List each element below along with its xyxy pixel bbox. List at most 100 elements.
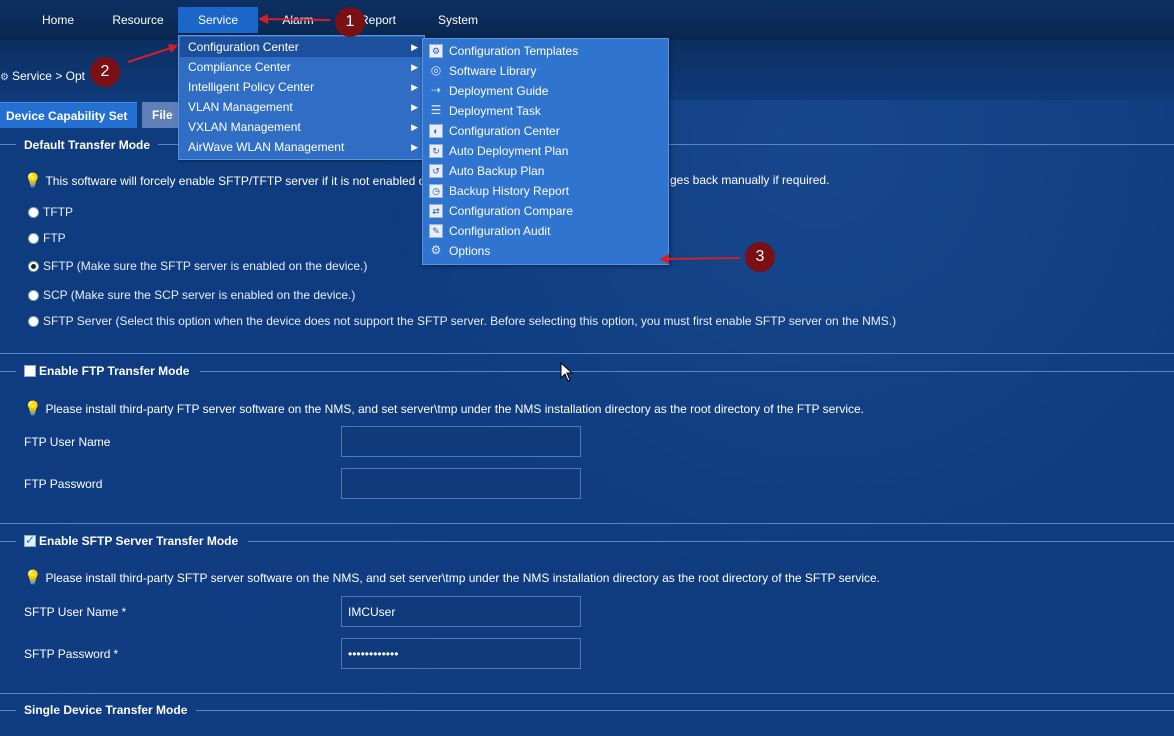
- divider: [0, 371, 16, 372]
- menu-label: Intelligent Policy Center: [188, 80, 315, 94]
- menu-label: VLAN Management: [188, 100, 293, 114]
- ftp-note: 💡 Please install third-party FTP server s…: [24, 400, 864, 417]
- menu-configuration-center[interactable]: Configuration Center ▶: [180, 37, 424, 57]
- radio-label: SFTP Server (Select this option when the…: [43, 314, 897, 328]
- required-mark: *: [113, 647, 119, 661]
- auto-backup-icon: ↺: [429, 164, 443, 178]
- radio-scp[interactable]: SCP (Make sure the SCP server is enabled…: [28, 288, 355, 302]
- chevron-right-icon: ▶: [411, 82, 418, 92]
- submenu-options[interactable]: ⚙ Options: [425, 241, 668, 261]
- nav-home[interactable]: Home: [30, 7, 86, 33]
- submenu-software-library[interactable]: ◎ Software Library: [425, 61, 668, 81]
- ftp-mode-header: Enable FTP Transfer Mode: [24, 364, 189, 378]
- menu-label: Deployment Task: [449, 104, 541, 118]
- submenu-configuration-templates[interactable]: ⚙ Configuration Templates: [425, 41, 668, 61]
- radio-button[interactable]: [28, 206, 39, 218]
- menu-label: Compliance Center: [188, 60, 291, 74]
- radio-ftp[interactable]: FTP: [28, 231, 66, 245]
- list-icon: ☰: [430, 103, 442, 117]
- submenu-configuration-audit[interactable]: ✎ Configuration Audit: [425, 221, 668, 241]
- menu-label: Configuration Templates: [449, 44, 579, 58]
- deploy-guide-icon: ⇢: [430, 83, 442, 97]
- chevron-right-icon: ▶: [411, 102, 418, 112]
- radio-label: SFTP (Make sure the SFTP server is enabl…: [43, 259, 368, 273]
- service-dropdown-menu: Configuration Center ▶ Compliance Center ▶…: [178, 35, 425, 160]
- radio-button[interactable]: [28, 232, 39, 244]
- breadcrumb-text: Service > Opt: [11, 69, 85, 83]
- chevron-right-icon: ▶: [411, 122, 418, 132]
- tab-file[interactable]: File: [142, 102, 182, 128]
- radio-sftp[interactable]: SFTP (Make sure the SFTP server is enabl…: [28, 259, 367, 273]
- submenu-auto-backup-plan[interactable]: ↺ Auto Backup Plan: [425, 161, 668, 181]
- divider: [200, 371, 1174, 372]
- mouse-cursor-icon: [560, 362, 574, 382]
- config-templates-icon: ⚙: [429, 44, 443, 58]
- submenu-backup-history-report[interactable]: ◷ Backup History Report: [425, 181, 668, 201]
- nav-resource[interactable]: Resource: [104, 7, 172, 33]
- label-text: SFTP Password: [24, 647, 111, 661]
- menu-label: Configuration Center: [449, 124, 560, 138]
- submenu-configuration-center[interactable]: ◐ Configuration Center: [425, 121, 668, 141]
- menu-label: VXLAN Management: [188, 120, 301, 134]
- radio-button-selected[interactable]: [28, 260, 39, 272]
- menu-label: Options: [449, 244, 491, 258]
- ftp-user-input[interactable]: [341, 426, 581, 457]
- divider: [0, 710, 16, 711]
- nav-system[interactable]: System: [428, 7, 488, 33]
- required-mark: *: [121, 605, 127, 619]
- menu-intelligent-policy-center[interactable]: Intelligent Policy Center ▶: [180, 77, 424, 97]
- sftp-tftp-note: 💡 This software will forcely enable SFTP/…: [24, 172, 425, 189]
- ftp-password-label: FTP Password: [24, 477, 103, 491]
- sftp-user-label: SFTP User Name *: [24, 605, 126, 619]
- menu-label: Deployment Guide: [449, 84, 549, 98]
- annotation-badge-1: 1: [335, 7, 365, 37]
- menu-label: Configuration Audit: [449, 224, 551, 238]
- divider: [0, 353, 1174, 354]
- radio-tftp[interactable]: TFTP: [28, 205, 73, 219]
- submenu-deployment-task[interactable]: ☰ Deployment Task: [425, 101, 668, 121]
- radio-label: TFTP: [43, 205, 73, 219]
- gear-icon: ⚙: [0, 72, 9, 83]
- menu-vxlan-management[interactable]: VXLAN Management ▶: [180, 117, 424, 137]
- sftp-mode-checkbox[interactable]: [24, 533, 36, 547]
- menu-label: Configuration Center: [188, 40, 299, 54]
- radio-label: FTP: [43, 231, 66, 245]
- menu-compliance-center[interactable]: Compliance Center ▶: [180, 57, 424, 77]
- single-device-title: Single Device Transfer Mode: [24, 703, 188, 717]
- divider: [0, 523, 1174, 524]
- note-text: Please install third-party FTP server so…: [45, 402, 864, 416]
- nav-service[interactable]: Service: [178, 7, 258, 33]
- submenu-configuration-compare[interactable]: ⇄ Configuration Compare: [425, 201, 668, 221]
- sftp-user-input[interactable]: [341, 596, 581, 627]
- configuration-center-submenu: ⚙ Configuration Templates ◎ Software Libra…: [422, 38, 669, 265]
- menu-airwave-wlan-management[interactable]: AirWave WLAN Management ▶: [180, 137, 424, 157]
- menu-vlan-management[interactable]: VLAN Management ▶: [180, 97, 424, 117]
- default-transfer-title: Default Transfer Mode: [24, 138, 151, 152]
- backup-history-icon: ◷: [429, 184, 443, 198]
- annotation-badge-2: 2: [90, 57, 120, 87]
- sftp-password-label: SFTP Password *: [24, 647, 118, 661]
- radio-label: SCP (Make sure the SCP server is enabled…: [43, 288, 356, 302]
- radio-sftp-server[interactable]: SFTP Server (Select this option when the…: [28, 314, 896, 328]
- radio-button[interactable]: [28, 315, 39, 327]
- ftp-mode-checkbox[interactable]: [24, 365, 36, 377]
- tab-device-capability-set[interactable]: Device Capability Set: [0, 102, 137, 128]
- submenu-deployment-guide[interactable]: ⇢ Deployment Guide: [425, 81, 668, 101]
- radio-button[interactable]: [28, 289, 39, 301]
- note-tail: ges back manually if required.: [670, 173, 830, 187]
- note-text: This software will forcely enable SFTP/T…: [45, 174, 426, 188]
- ftp-password-input[interactable]: [341, 468, 581, 499]
- menu-label: Backup History Report: [449, 184, 570, 198]
- divider: [248, 541, 1174, 542]
- annotation-badge-3: 3: [745, 242, 775, 272]
- divider: [0, 541, 16, 542]
- label-text: SFTP User Name: [24, 605, 119, 619]
- chevron-right-icon: ▶: [411, 142, 418, 152]
- lightbulb-icon: 💡: [24, 400, 42, 416]
- nav-alarm[interactable]: Alarm: [270, 7, 326, 33]
- config-center-icon: ◐: [429, 124, 443, 138]
- submenu-auto-deployment-plan[interactable]: ↻ Auto Deployment Plan: [425, 141, 668, 161]
- compare-icon: ⇄: [429, 204, 443, 218]
- chevron-right-icon: ▶: [411, 62, 418, 72]
- sftp-password-input[interactable]: [341, 638, 581, 669]
